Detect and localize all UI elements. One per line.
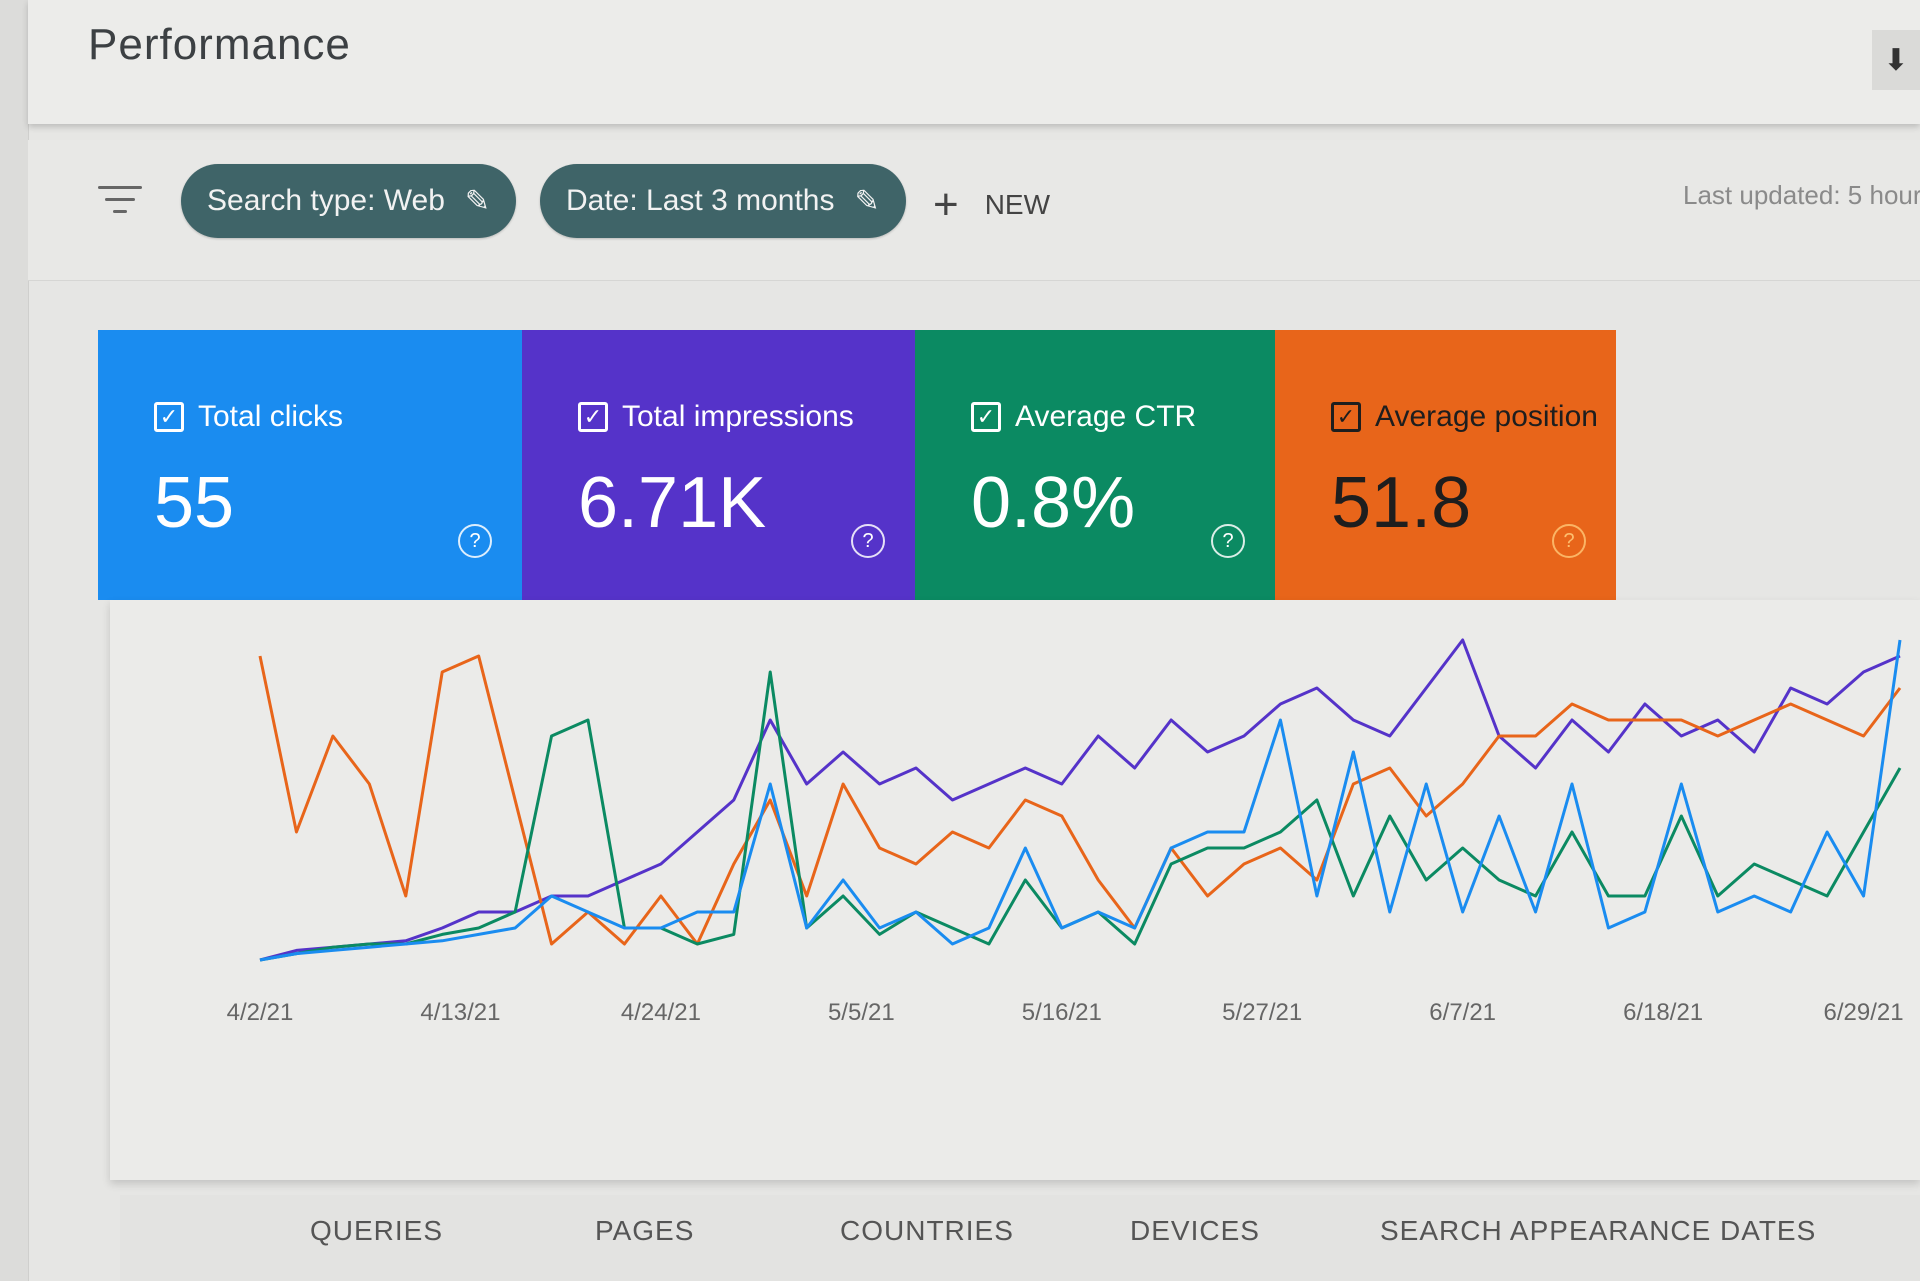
metric-label: Total clicks xyxy=(198,400,344,433)
help-icon[interactable]: ? xyxy=(458,524,492,558)
search-type-chip[interactable]: Search type: Web ✎ xyxy=(181,164,517,238)
x-tick-label: 5/27/21 xyxy=(1222,999,1302,1026)
x-tick-label: 5/5/21 xyxy=(828,999,895,1026)
tab-search-appearance[interactable]: SEARCH APPEARANCE xyxy=(1380,1215,1711,1247)
metric-card-total-impressions[interactable]: ✓ Total impressions 6.71K ? xyxy=(522,330,915,600)
help-icon[interactable]: ? xyxy=(851,524,885,558)
x-tick-label: 6/29/21 xyxy=(1824,999,1904,1026)
filter-bar: Search type: Web ✎ Date: Last 3 months ✎… xyxy=(28,140,1920,281)
date-range-chip[interactable]: Date: Last 3 months ✎ xyxy=(540,164,906,238)
x-tick-label: 6/7/21 xyxy=(1429,999,1496,1026)
x-tick-label: 4/13/21 xyxy=(420,999,500,1026)
checkbox-icon[interactable]: ✓ xyxy=(1331,402,1361,432)
last-updated-text: Last updated: 5 hours ago xyxy=(1683,180,1920,210)
filter-lines-icon[interactable] xyxy=(98,186,142,222)
download-icon: ⬇ xyxy=(1883,43,1909,77)
x-tick-label: 6/18/21 xyxy=(1623,999,1703,1026)
x-tick-label: 5/16/21 xyxy=(1022,999,1102,1026)
page-title: Performance xyxy=(88,20,351,69)
tab-dates[interactable]: DATES xyxy=(1720,1215,1816,1247)
metric-label: Average position xyxy=(1375,400,1598,433)
checkbox-icon[interactable]: ✓ xyxy=(154,402,184,432)
chip-label: Search type: Web xyxy=(207,184,445,217)
download-button[interactable]: ⬇ xyxy=(1872,30,1920,90)
dimension-tabs: QUERIES PAGES COUNTRIES DEVICES SEARCH A… xyxy=(120,1195,1920,1281)
tab-countries[interactable]: COUNTRIES xyxy=(840,1215,1014,1247)
metric-cards: ✓ Total clicks 55 ? ✓ Total impressions 6.… xyxy=(98,330,1616,600)
metric-card-total-clicks[interactable]: ✓ Total clicks 55 ? xyxy=(98,330,522,600)
metric-card-average-position[interactable]: ✓ Average position 51.8 ? xyxy=(1275,330,1616,600)
series-line-average-ctr xyxy=(259,670,1902,962)
page-header: Performance ⬇ xyxy=(28,0,1920,124)
series-line-average-position xyxy=(258,654,1902,946)
pencil-icon: ✎ xyxy=(464,184,491,218)
help-icon[interactable]: ? xyxy=(1211,524,1245,558)
new-filter-button[interactable]: + NEW xyxy=(933,180,1050,230)
checkbox-icon[interactable]: ✓ xyxy=(578,402,608,432)
tab-devices[interactable]: DEVICES xyxy=(1130,1215,1260,1247)
metric-card-average-ctr[interactable]: ✓ Average CTR 0.8% ? xyxy=(915,330,1275,600)
help-icon[interactable]: ? xyxy=(1552,524,1586,558)
x-tick-label: 4/24/21 xyxy=(621,999,701,1026)
x-tick-label: 4/2/21 xyxy=(227,999,294,1026)
series-line-total-impressions xyxy=(259,638,1901,962)
pencil-icon: ✎ xyxy=(854,184,880,218)
new-label: NEW xyxy=(984,189,1051,220)
line-chart: 4/2/21 4/13/21 4/24/21 5/5/21 5/16/21 5/27/21… xyxy=(227,638,1904,1026)
chip-label: Date: Last 3 months xyxy=(566,184,835,217)
tab-queries[interactable]: QUERIES xyxy=(310,1215,443,1247)
side-navigation xyxy=(0,0,29,1281)
performance-chart: 4/2/21 4/13/21 4/24/21 5/5/21 5/16/21 5/27/21… xyxy=(110,600,1920,1180)
tab-pages[interactable]: PAGES xyxy=(595,1215,694,1247)
metric-label: Total impressions xyxy=(622,400,854,433)
checkbox-icon[interactable]: ✓ xyxy=(971,402,1001,432)
metric-label: Average CTR xyxy=(1015,400,1197,433)
plus-icon: + xyxy=(933,180,959,229)
